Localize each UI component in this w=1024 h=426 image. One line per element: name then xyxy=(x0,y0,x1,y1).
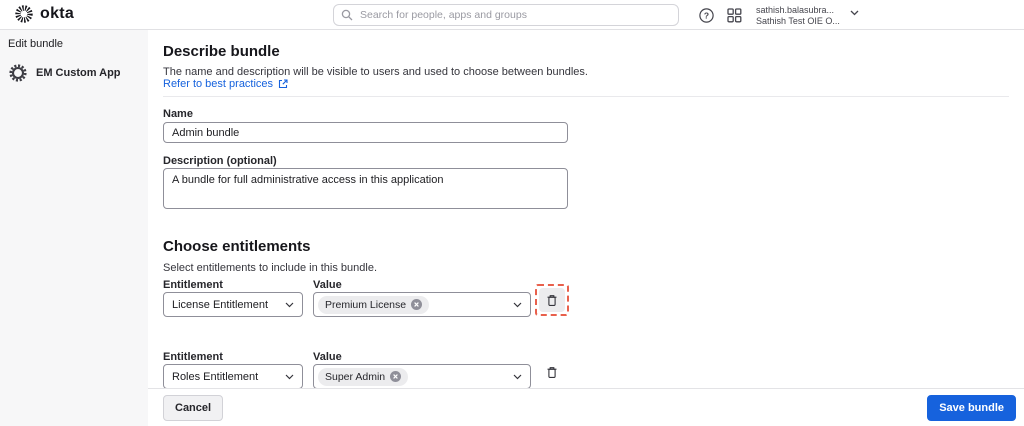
name-input[interactable] xyxy=(163,122,568,143)
chevron-down-icon xyxy=(513,374,522,380)
description-label: Description (optional) xyxy=(163,155,277,167)
chevron-down-icon xyxy=(285,302,294,308)
describe-bundle-subtitle: The name and description will be visible… xyxy=(163,66,588,78)
external-link-icon xyxy=(278,79,288,89)
entitlement-row: Entitlement Roles Entitlement Value Supe… xyxy=(163,351,565,389)
cancel-button[interactable]: Cancel xyxy=(163,394,224,421)
value-chip-label: Super Admin xyxy=(325,370,386,383)
delete-row-zone xyxy=(539,360,565,384)
save-bundle-button[interactable]: Save bundle xyxy=(927,394,1016,421)
value-chip: Premium License xyxy=(318,295,430,314)
sidebar-title: Edit bundle xyxy=(8,38,64,50)
search-icon xyxy=(341,9,353,21)
value-select[interactable]: Premium License xyxy=(313,292,531,317)
main-content: Describe bundle The name and description… xyxy=(148,30,1024,426)
footer-bar: Cancel Save bundle xyxy=(148,388,1024,426)
chevron-down-icon xyxy=(850,10,859,16)
chip-remove-icon[interactable] xyxy=(390,371,402,382)
delete-entitlement-button[interactable] xyxy=(539,360,565,384)
entitlement-select-value: License Entitlement xyxy=(172,298,268,311)
name-label: Name xyxy=(163,108,193,120)
chevron-down-icon xyxy=(513,302,522,308)
description-textarea[interactable]: A bundle for full administrative access … xyxy=(163,168,568,209)
global-search xyxy=(333,4,679,26)
user-email: sathish.balasubra... xyxy=(756,5,835,15)
chip-remove-icon[interactable] xyxy=(411,299,423,310)
okta-sunburst-icon xyxy=(14,4,34,24)
apps-grid-icon[interactable] xyxy=(727,7,742,23)
value-label: Value xyxy=(313,279,342,291)
describe-bundle-title: Describe bundle xyxy=(163,43,280,60)
entitlement-select-value: Roles Entitlement xyxy=(172,370,259,383)
sidebar-item-em-custom-app[interactable]: EM Custom App xyxy=(0,50,148,83)
value-label: Value xyxy=(313,351,342,363)
entitlement-select[interactable]: Roles Entitlement xyxy=(163,364,303,389)
value-select[interactable]: Super Admin xyxy=(313,364,531,389)
best-practices-link-label: Refer to best practices xyxy=(163,78,274,90)
delete-row-highlight xyxy=(535,284,569,316)
search-input[interactable] xyxy=(333,4,679,26)
okta-logo[interactable]: okta xyxy=(14,4,74,24)
value-chip-label: Premium License xyxy=(325,298,407,311)
value-chip: Super Admin xyxy=(318,367,409,386)
page: okta ? xyxy=(0,0,1024,426)
gear-app-icon xyxy=(8,63,28,83)
entitlement-select[interactable]: License Entitlement xyxy=(163,292,303,317)
choose-entitlements-subtitle: Select entitlements to include in this b… xyxy=(163,262,378,274)
sidebar: Edit bundle EM Custom App xyxy=(0,30,148,426)
sidebar-app-label: EM Custom App xyxy=(36,67,121,79)
svg-text:?: ? xyxy=(704,10,709,20)
okta-wordmark: okta xyxy=(40,5,75,22)
entitlement-row: Entitlement License Entitlement Value Pr… xyxy=(163,279,569,317)
section-divider xyxy=(163,96,1009,97)
user-org: Sathish Test OIE O... xyxy=(756,15,840,26)
choose-entitlements-title: Choose entitlements xyxy=(163,238,311,255)
delete-entitlement-button[interactable] xyxy=(539,288,565,312)
header-actions: ? xyxy=(699,0,742,30)
help-icon[interactable]: ? xyxy=(699,7,714,23)
best-practices-link[interactable]: Refer to best practices xyxy=(163,78,288,90)
entitlement-label: Entitlement xyxy=(163,351,223,363)
user-menu[interactable]: sathish.balasubra... Sathish Test OIE O.… xyxy=(756,5,859,26)
chevron-down-icon xyxy=(285,374,294,380)
entitlement-label: Entitlement xyxy=(163,279,223,291)
top-header: okta ? xyxy=(0,0,1024,30)
